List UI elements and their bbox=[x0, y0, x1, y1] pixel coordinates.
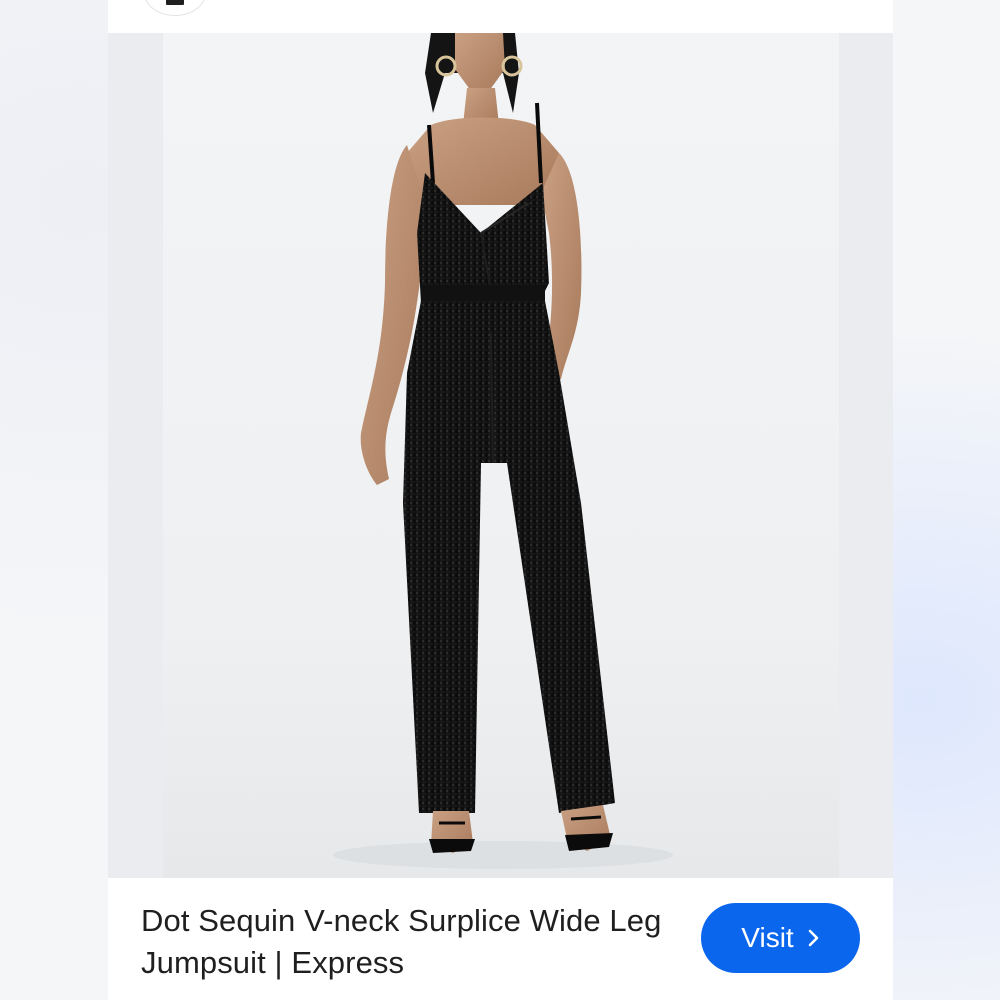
product-subtitle bbox=[141, 990, 661, 1000]
product-card: Dot Sequin V-neck Surplice Wide Leg Jump… bbox=[108, 0, 893, 1000]
jumpsuit-photo-illustration bbox=[333, 33, 673, 869]
lens-result-page: Dot Sequin V-neck Surplice Wide Leg Jump… bbox=[0, 0, 1000, 1000]
chevron-right-icon bbox=[808, 929, 818, 947]
card-header bbox=[108, 0, 893, 33]
source-avatar[interactable] bbox=[144, 0, 206, 16]
visit-button[interactable]: Visit bbox=[701, 903, 860, 973]
express-logo-icon bbox=[166, 0, 184, 5]
product-image[interactable] bbox=[163, 33, 839, 878]
product-info: Dot Sequin V-neck Surplice Wide Leg Jump… bbox=[108, 878, 893, 1000]
product-image-frame[interactable] bbox=[108, 33, 893, 878]
product-title[interactable]: Dot Sequin V-neck Surplice Wide Leg Jump… bbox=[141, 900, 671, 984]
visit-button-label: Visit bbox=[741, 922, 794, 953]
